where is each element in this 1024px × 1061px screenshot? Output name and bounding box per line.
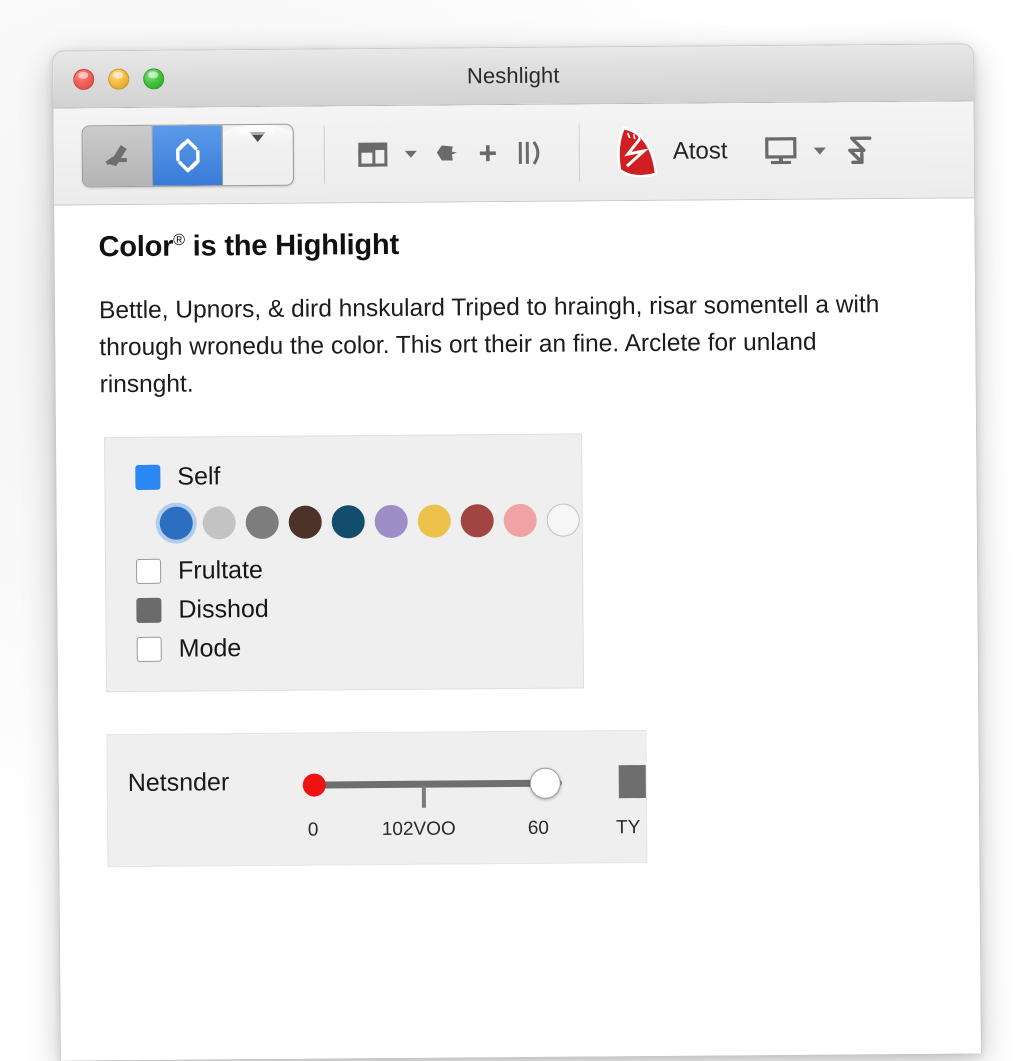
- slider-max-label: 60: [527, 817, 550, 839]
- swatch-blue[interactable]: [159, 506, 193, 540]
- body-paragraph: Bettle, Upnors, & dird hnskulard Triped …: [98, 291, 880, 399]
- option-label-self: Self: [177, 462, 221, 491]
- swatch-none[interactable]: [546, 503, 580, 537]
- chevron-down-icon[interactable]: [404, 150, 417, 158]
- option-row-mode[interactable]: Mode: [136, 626, 583, 669]
- slider-label: Netsnder: [127, 768, 230, 798]
- toolbar: Atost: [53, 101, 975, 206]
- option-label-mode: Mode: [178, 634, 242, 663]
- option-label-disshod: Disshod: [178, 594, 269, 624]
- option-row-self[interactable]: Self: [135, 454, 581, 497]
- slider-end-label: TY: [616, 817, 641, 839]
- app-window: Neshlight Atost Color® is the Highlight …: [52, 43, 982, 1061]
- slider-panel: Netsnder 0 102VOO 60 TY: [106, 729, 648, 868]
- toolbar-separator-1: [323, 125, 326, 184]
- slider-mid-label: 102VOO: [381, 818, 456, 841]
- swatch-light-gray[interactable]: [202, 506, 236, 540]
- slider-control[interactable]: 0 102VOO 60: [291, 765, 608, 841]
- toolbar-group-shapes: [355, 135, 549, 173]
- chevron-down-icon: [245, 124, 271, 149]
- slider-tick-mark: [421, 785, 426, 808]
- option-row-frultate[interactable]: Frultate: [136, 548, 582, 591]
- swatch-purple[interactable]: [374, 504, 408, 539]
- flag-tool-icon: [100, 139, 134, 173]
- toolbar-group-display: [761, 131, 877, 170]
- toolbar-separator-2: [578, 123, 581, 182]
- segment-flag-tool[interactable]: [82, 125, 154, 187]
- monitor-icon[interactable]: [761, 133, 799, 169]
- options-panel: Self Frultate Disshod Mode: [104, 433, 585, 693]
- red-sail-icon: [610, 124, 662, 180]
- swatch-gold[interactable]: [417, 504, 451, 538]
- segmented-control: [81, 123, 295, 188]
- checkbox-self[interactable]: [135, 464, 161, 490]
- slider-min-handle[interactable]: [302, 773, 326, 797]
- window-titlebar: Neshlight: [53, 44, 974, 109]
- page-title-tail: is the Highlight: [184, 228, 400, 263]
- slider-end-group: TY: [609, 764, 646, 838]
- swatch-dark-red[interactable]: [460, 504, 494, 538]
- checkbox-frultate[interactable]: [136, 558, 162, 584]
- atost-button[interactable]: Atost: [610, 123, 728, 180]
- diamond-brackets-icon: [170, 138, 204, 173]
- segment-dropdown[interactable]: [222, 124, 293, 149]
- blob-shape-icon[interactable]: [431, 137, 463, 169]
- columns-panel-icon[interactable]: [513, 135, 549, 171]
- plus-icon[interactable]: [477, 142, 499, 164]
- checkbox-mode[interactable]: [136, 636, 162, 662]
- option-label-frultate: Frultate: [177, 555, 263, 585]
- slider-min-label: 0: [307, 819, 319, 841]
- page-title-main: Color: [98, 230, 174, 264]
- swatch-teal-blue[interactable]: [331, 505, 365, 539]
- color-swatch-row: [159, 503, 582, 540]
- checkbox-disshod[interactable]: [136, 597, 162, 623]
- slider-track[interactable]: [311, 779, 562, 789]
- swatch-gray[interactable]: [245, 505, 279, 540]
- swatch-brown[interactable]: [288, 505, 322, 539]
- zigzag-arrow-icon[interactable]: [839, 131, 877, 169]
- slider-end-swatch[interactable]: [618, 764, 646, 799]
- window-layout-icon[interactable]: [355, 136, 391, 172]
- swatch-pink[interactable]: [503, 503, 537, 538]
- option-row-disshod[interactable]: Disshod: [136, 587, 582, 630]
- segment-shape-tool[interactable]: [152, 125, 224, 186]
- atost-label: Atost: [672, 137, 728, 165]
- content-area: Color® is the Highlight Bettle, Upnors, …: [54, 198, 981, 1061]
- window-title: Neshlight: [466, 62, 560, 89]
- chevron-down-icon[interactable]: [813, 147, 826, 155]
- slider-max-handle[interactable]: [529, 767, 561, 799]
- page-title: Color® is the Highlight: [98, 224, 974, 264]
- registered-mark: ®: [173, 231, 185, 250]
